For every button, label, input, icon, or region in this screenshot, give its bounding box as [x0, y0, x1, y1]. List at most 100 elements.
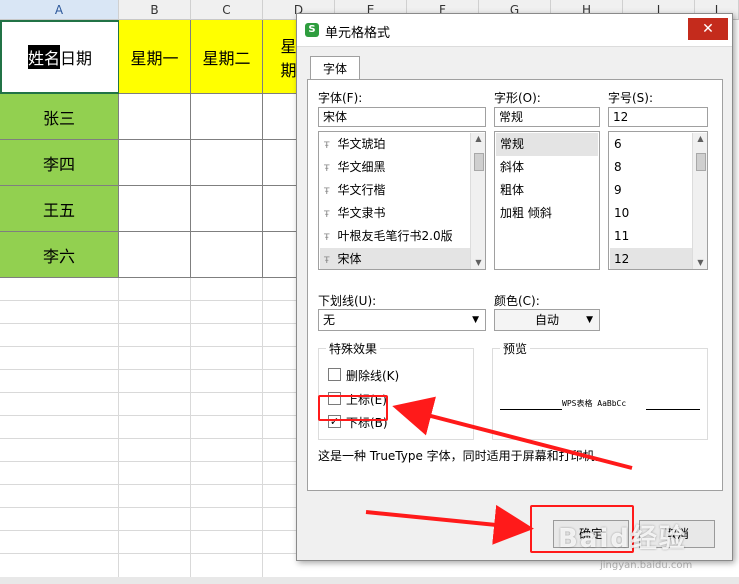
gridline	[0, 369, 300, 370]
font-list-scrollbar[interactable]: ▲ ▼	[470, 133, 485, 269]
size-list-scrollbar[interactable]: ▲ ▼	[692, 133, 707, 269]
list-item[interactable]: 斜体	[496, 156, 598, 179]
gridline	[0, 484, 300, 485]
gridline	[0, 438, 300, 439]
cell-a4[interactable]: 王五	[0, 186, 119, 232]
size-input[interactable]: 12	[608, 107, 708, 127]
list-item[interactable]: 8	[610, 156, 692, 179]
truetype-icon: Ŧ	[324, 187, 330, 197]
font-input[interactable]: 宋体	[318, 107, 486, 127]
cell-b2[interactable]	[119, 94, 191, 140]
list-item[interactable]: 粗体	[496, 179, 598, 202]
effects-group	[318, 348, 474, 440]
font-list[interactable]: Ŧ 华文琥珀 Ŧ 华文细黑 Ŧ 华文行楷 Ŧ 华文隶书 Ŧ 叶根友毛笔行书2.0版 Ŧ 宋体…	[318, 131, 486, 270]
chevron-down-icon: ▼	[472, 315, 479, 325]
cell-b1[interactable]: 星期一	[119, 20, 191, 94]
cell-b4[interactable]	[119, 186, 191, 232]
gridline	[0, 507, 300, 508]
dialog-title: 单元格格式	[325, 26, 391, 41]
truetype-icon: Ŧ	[324, 233, 330, 243]
column-header-a[interactable]: A	[0, 0, 119, 20]
style-label: 字形(O):	[494, 91, 541, 105]
horizontal-scrollbar[interactable]	[0, 577, 739, 584]
cell-a2[interactable]: 张三	[0, 94, 119, 140]
cell-c4[interactable]	[191, 186, 263, 232]
wps-app-icon: S	[305, 23, 319, 37]
cell-b3[interactable]	[119, 140, 191, 186]
watermark-logo: Baid经验	[558, 524, 687, 554]
preview-sample: WPS表格 AaBbCc	[562, 399, 627, 408]
cell-a3[interactable]: 李四	[0, 140, 119, 186]
tab-font[interactable]: 字体	[310, 56, 360, 81]
gridline	[0, 415, 300, 416]
effects-title: 特殊效果	[326, 340, 381, 357]
column-header-c[interactable]: C	[191, 0, 263, 20]
scroll-up-icon[interactable]: ▲	[693, 133, 707, 145]
cell-a5[interactable]: 李六	[0, 232, 119, 278]
scroll-thumb[interactable]	[696, 153, 706, 171]
preview-baseline	[646, 409, 700, 410]
color-select[interactable]: 自动 ▼	[494, 309, 600, 331]
watermark-url: jingyan.baidu.com	[600, 560, 693, 571]
gridline	[0, 323, 300, 324]
size-label: 字号(S):	[608, 91, 654, 105]
cell-a1[interactable]: 姓名 日期	[0, 20, 120, 94]
close-button[interactable]: ✕	[688, 18, 728, 40]
cell-c5[interactable]	[191, 232, 263, 278]
preview-baseline	[500, 409, 562, 410]
list-item-selected[interactable]: 常规	[496, 133, 598, 156]
list-item[interactable]: Ŧ 叶根友毛笔行书2.0版	[320, 225, 470, 248]
truetype-icon: Ŧ	[324, 256, 330, 266]
list-item[interactable]: Ŧ 华文行楷	[320, 179, 470, 202]
selected-text: 姓名	[27, 45, 60, 69]
truetype-icon: Ŧ	[324, 141, 330, 151]
font-tab-panel: 字体(F): 宋体 Ŧ 华文琥珀 Ŧ 华文细黑 Ŧ 华文行楷 Ŧ 华文隶书 Ŧ 叶根友毛笔…	[307, 79, 723, 491]
gridline	[0, 392, 300, 393]
gridline	[0, 300, 300, 301]
gridline	[0, 530, 300, 531]
chevron-down-icon: ▼	[586, 315, 593, 325]
cell-c3[interactable]	[191, 140, 263, 186]
cell-text: 日期	[60, 49, 93, 68]
scroll-down-icon[interactable]: ▼	[693, 257, 707, 269]
strikethrough-label[interactable]: 删除线(K)	[346, 367, 399, 384]
dialog-titlebar[interactable]: S 单元格格式 ✕	[297, 14, 732, 47]
font-label: 字体(F):	[318, 91, 363, 105]
format-cells-dialog: S 单元格格式 ✕ 字体 字体(F): 宋体 Ŧ 华文琥珀 Ŧ 华文细黑 Ŧ 华文行楷…	[296, 13, 733, 561]
truetype-icon: Ŧ	[324, 210, 330, 220]
annotation-box-subscript	[318, 395, 388, 421]
color-value: 自动	[534, 313, 559, 327]
style-list[interactable]: 常规 斜体 粗体 加粗 倾斜	[494, 131, 600, 270]
list-item[interactable]: 6	[610, 133, 692, 156]
cell-c2[interactable]	[191, 94, 263, 140]
underline-value: 无	[323, 313, 336, 327]
list-item[interactable]: Ŧ 华文细黑	[320, 156, 470, 179]
cell-c1[interactable]: 星期二	[191, 20, 263, 94]
preview-title: 预览	[500, 340, 531, 357]
truetype-icon: Ŧ	[324, 164, 330, 174]
gridline	[0, 461, 300, 462]
font-description: 这是一种 TrueType 字体，同时适用于屏幕和打印机。	[318, 449, 607, 463]
underline-select[interactable]: 无 ▼	[318, 309, 486, 331]
strikethrough-checkbox[interactable]	[328, 368, 341, 381]
list-item[interactable]: 9	[610, 179, 692, 202]
column-header-b[interactable]: B	[119, 0, 191, 20]
scroll-up-icon[interactable]: ▲	[471, 133, 485, 145]
cell-b5[interactable]	[119, 232, 191, 278]
gridline	[0, 553, 300, 554]
list-item[interactable]: 10	[610, 202, 692, 225]
size-list[interactable]: 6 8 9 10 11 12 ▲ ▼	[608, 131, 708, 270]
list-item-selected[interactable]: 12	[610, 248, 692, 269]
preview-group	[492, 348, 708, 440]
underline-label: 下划线(U):	[318, 294, 377, 308]
gridline	[0, 346, 300, 347]
list-item[interactable]: Ŧ 华文琥珀	[320, 133, 470, 156]
list-item[interactable]: 11	[610, 225, 692, 248]
style-input[interactable]: 常规	[494, 107, 600, 127]
scroll-thumb[interactable]	[474, 153, 484, 171]
scroll-down-icon[interactable]: ▼	[471, 257, 485, 269]
list-item-selected[interactable]: Ŧ 宋体	[320, 248, 470, 269]
color-label: 颜色(C):	[494, 294, 540, 308]
list-item[interactable]: Ŧ 华文隶书	[320, 202, 470, 225]
list-item[interactable]: 加粗 倾斜	[496, 202, 598, 225]
